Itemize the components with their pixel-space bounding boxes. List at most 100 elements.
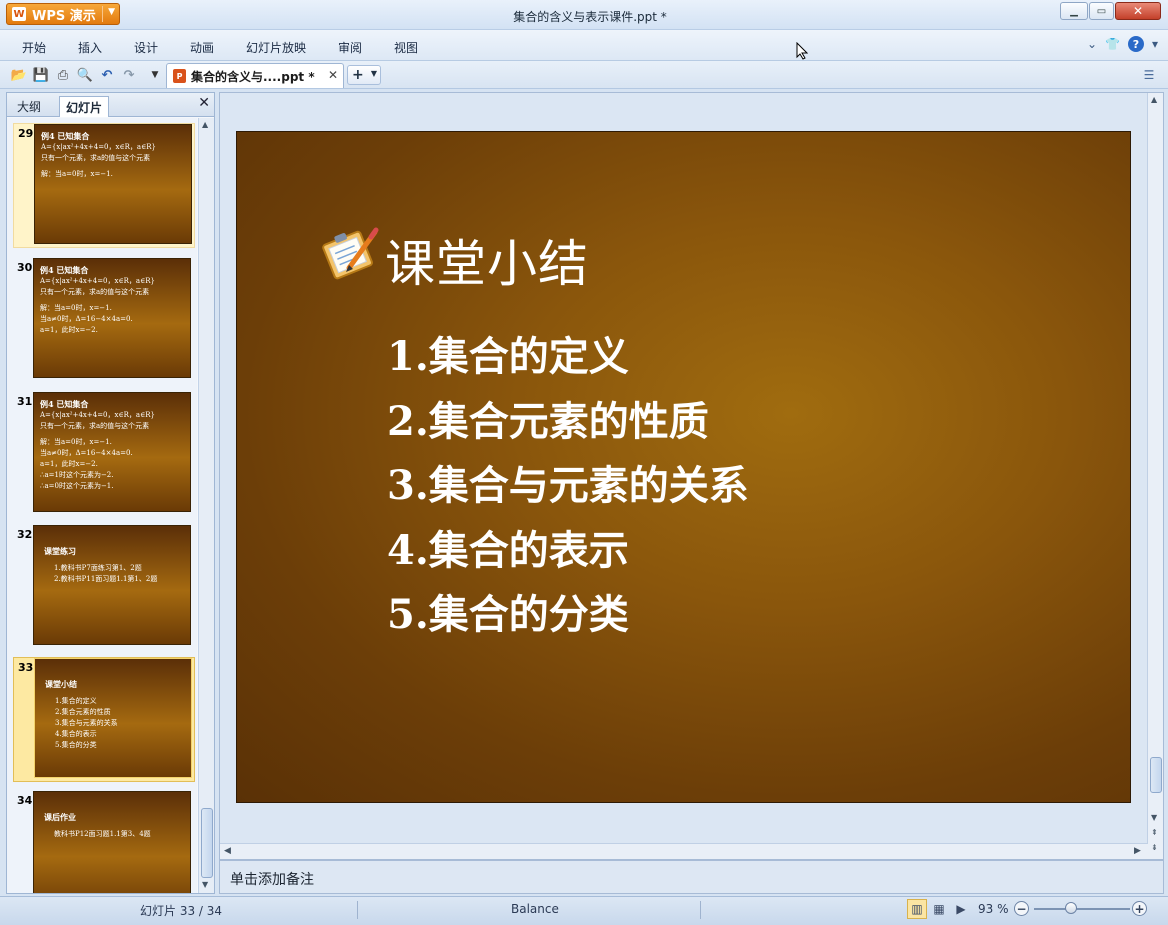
tab-slides[interactable]: 幻灯片: [59, 96, 110, 117]
slide-thumbnail-33[interactable]: 33 课堂小结 1.集合的定义 2.集合元素的性质 3.集合与元素的关系 4.集合的表示 5…: [13, 657, 195, 782]
maximize-button[interactable]: ▭: [1089, 2, 1114, 20]
thumbnail-line: ∴a=0时这个元素为−1.: [40, 482, 114, 490]
window-title: 集合的含义与表示课件.ppt *: [513, 10, 667, 24]
slide-list-item[interactable]: 3.集合与元素的关系: [387, 453, 749, 511]
help-icon[interactable]: ?: [1127, 36, 1144, 52]
minimize-button[interactable]: ▁: [1060, 2, 1088, 20]
current-slide[interactable]: 课堂小结 1.集合的定义 2.集合元素的性质 3.集合与元素的关系 4.集合的表…: [236, 131, 1131, 803]
thumbnail-line: a=1，此时x=−2.: [40, 460, 98, 468]
notes-placeholder[interactable]: 单击添加备注: [230, 869, 314, 889]
ppt-file-icon: P: [173, 69, 186, 83]
chevron-down-icon[interactable]: ⌄: [1087, 36, 1097, 52]
scroll-up-icon[interactable]: ▲: [1151, 95, 1157, 104]
thumbnail-line: 解：当a=0时，x=−1.: [40, 438, 112, 446]
thumbnail-line: 例4 已知集合: [41, 131, 90, 141]
close-tab-icon[interactable]: ✕: [328, 68, 338, 82]
thumbnail-line: 解：当a=0时，x=−1.: [40, 304, 112, 312]
thumbnail-line: 只有一个元素，求a的值与这个元素: [40, 422, 150, 430]
slide-counter: 幻灯片 33 / 34: [140, 904, 223, 918]
chevron-down-icon[interactable]: ▾: [1152, 36, 1158, 52]
thumbnail-line: ∴a=1时这个元素为−2.: [40, 471, 114, 479]
normal-view-icon[interactable]: ▥: [907, 899, 927, 919]
thumbnail-preview[interactable]: 课堂小结 1.集合的定义 2.集合元素的性质 3.集合与元素的关系 4.集合的表示 5.集…: [34, 658, 192, 778]
thumbnail-line: a=1，此时x=−2.: [40, 326, 98, 334]
thumbnail-preview[interactable]: 例4 已知集合 A={x|ax²+4x+4=0，x∈R，a∈R} 只有一个元素，求a…: [33, 258, 191, 378]
chevron-down-icon[interactable]: ▼: [371, 69, 377, 78]
print-preview-icon[interactable]: 🔍: [76, 66, 94, 84]
slide-thumbnail-31[interactable]: 31 例4 已知集合 A={x|ax²+4x+4=0，x∈R，a∈R} 只有一个元素，…: [13, 392, 195, 517]
menu-review[interactable]: 审阅: [338, 39, 362, 56]
title-bar: W WPS 演示 ▼ 集合的含义与表示课件.ppt * ▁ ▭ ✕: [0, 0, 1168, 30]
thumbnail-line: 解：当a=0时，x=−1.: [41, 170, 113, 178]
scroll-up-icon[interactable]: ▲: [202, 120, 208, 129]
undo-icon[interactable]: ↶: [98, 66, 116, 84]
panel-scrollbar[interactable]: ▲ ▼: [198, 118, 214, 893]
slide-editor: 课堂小结 1.集合的定义 2.集合元素的性质 3.集合与元素的关系 4.集合的表…: [219, 92, 1164, 860]
slides-panel: 大纲 幻灯片 ✕ 29 例4 已知集合 A={x|ax²+4x+4=0，x∈R，a∈…: [6, 92, 215, 894]
menu-animation[interactable]: 动画: [190, 39, 214, 56]
slide-title[interactable]: 课堂小结: [385, 224, 589, 296]
zoom-in-button[interactable]: +: [1132, 901, 1147, 916]
save-icon[interactable]: 💾: [32, 66, 50, 84]
menu-slideshow[interactable]: 幻灯片放映: [246, 39, 306, 56]
menu-right-controls: ⌄ 👕 ? ▾: [1087, 36, 1158, 52]
new-tab-button[interactable]: + ▼: [347, 65, 381, 85]
thumbnail-preview[interactable]: 例4 已知集合 A={x|ax²+4x+4=0，x∈R，a∈R} 只有一个元素，求a…: [34, 124, 192, 244]
menu-view[interactable]: 视图: [394, 39, 418, 56]
slide-thumbnail-32[interactable]: 32 课堂练习 1.教科书P7面练习第1、2题 2.教科书P11面习题1.1第1、2题: [13, 525, 195, 650]
thumbnail-line: A={x|ax²+4x+4=0，x∈R，a∈R}: [40, 277, 155, 285]
thumbnail-preview[interactable]: 课后作业 教科书P12面习题1.1第3、4题: [33, 791, 191, 893]
thumbnail-line: 例4 已知集合: [40, 265, 89, 275]
scroll-thumb[interactable]: [1150, 757, 1162, 793]
thumbnail-title: 课后作业: [44, 812, 76, 822]
thumbnail-number: 33: [18, 661, 34, 674]
panel-toggle-icon[interactable]: ☰: [1140, 66, 1158, 84]
slide-list-item[interactable]: 4.集合的表示: [387, 518, 629, 576]
editor-horizontal-scrollbar[interactable]: ◀ ▶: [220, 843, 1148, 859]
print-icon[interactable]: ⎙: [54, 66, 72, 84]
customize-dropdown-icon[interactable]: ▼: [146, 66, 164, 84]
slide-sorter-view-icon[interactable]: ▦: [929, 899, 949, 919]
scroll-left-icon[interactable]: ◀: [224, 846, 231, 856]
thumbnail-line: 2.集合元素的性质: [55, 708, 111, 716]
status-divider: [700, 901, 701, 919]
menu-insert[interactable]: 插入: [78, 39, 102, 56]
thumbnail-number: 34: [17, 794, 33, 807]
open-icon[interactable]: 📂: [10, 66, 28, 84]
slide-list-item[interactable]: 5.集合的分类: [387, 582, 629, 640]
tab-outline[interactable]: 大纲: [11, 96, 47, 117]
previous-slide-icon[interactable]: ⇞: [1151, 828, 1158, 837]
thumbnail-number: 31: [17, 395, 33, 408]
slide-list-item[interactable]: 1.集合的定义: [387, 324, 629, 382]
skin-shirt-icon[interactable]: 👕: [1105, 36, 1120, 52]
slideshow-view-icon[interactable]: ▶: [951, 899, 971, 919]
zoom-slider-handle[interactable]: [1065, 902, 1078, 914]
thumbnail-line: 4.集合的表示: [55, 730, 97, 738]
next-slide-icon[interactable]: ⇟: [1151, 843, 1158, 852]
zoom-out-button[interactable]: −: [1014, 901, 1029, 916]
slide-list-item[interactable]: 2.集合元素的性质: [387, 389, 709, 447]
thumbnail-line: A={x|ax²+4x+4=0，x∈R，a∈R}: [40, 411, 155, 419]
menu-design[interactable]: 设计: [134, 39, 158, 56]
scroll-thumb[interactable]: [201, 808, 213, 878]
menu-home[interactable]: 开始: [22, 39, 46, 56]
status-bar: 幻灯片 33 / 34 Balance ▥ ▦ ▶ 93 % − +: [0, 896, 1168, 925]
document-tab[interactable]: P 集合的含义与....ppt * ✕: [166, 63, 344, 88]
close-button[interactable]: ✕: [1115, 2, 1161, 20]
close-panel-icon[interactable]: ✕: [198, 95, 210, 111]
slide-thumbnail-30[interactable]: 30 例4 已知集合 A={x|ax²+4x+4=0，x∈R，a∈R} 只有一个元素，…: [13, 258, 195, 383]
thumbnail-preview[interactable]: 课堂练习 1.教科书P7面练习第1、2题 2.教科书P11面习题1.1第1、2题: [33, 525, 191, 645]
slide-thumbnail-34[interactable]: 34 课后作业 教科书P12面习题1.1第3、4题: [13, 791, 195, 893]
scroll-right-icon[interactable]: ▶: [1134, 846, 1141, 856]
redo-icon[interactable]: ↷: [120, 66, 138, 84]
zoom-slider[interactable]: [1034, 908, 1130, 910]
editor-vertical-scrollbar[interactable]: ▲ ▼ ⇞ ⇟: [1147, 93, 1163, 859]
scroll-down-icon[interactable]: ▼: [202, 880, 208, 889]
slide-thumbnail-29[interactable]: 29 例4 已知集合 A={x|ax²+4x+4=0，x∈R，a∈R} 只有一个元素，…: [13, 123, 195, 248]
thumbnail-preview[interactable]: 例4 已知集合 A={x|ax²+4x+4=0，x∈R，a∈R} 只有一个元素，求a…: [33, 392, 191, 512]
thumbnail-line: 1.教科书P7面练习第1、2题: [54, 564, 142, 572]
scroll-down-icon[interactable]: ▼: [1151, 813, 1157, 822]
thumbnail-line: 5.集合的分类: [55, 741, 97, 749]
theme-name: Balance: [511, 902, 559, 916]
notes-pane[interactable]: 单击添加备注: [219, 860, 1164, 894]
